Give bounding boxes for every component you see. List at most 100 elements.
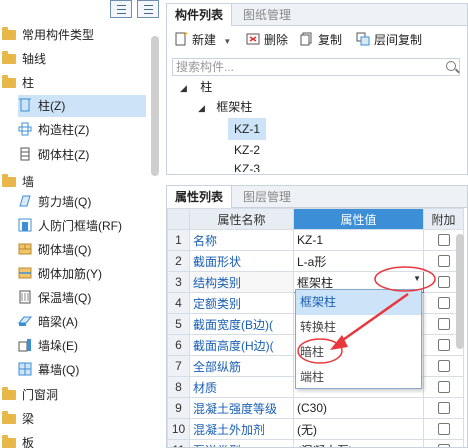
expand-arrow-icon: ◢	[180, 83, 187, 93]
extra-checkbox[interactable]	[437, 276, 450, 288]
extra-cell	[423, 439, 464, 447]
civil-defense-door-wall-icon	[18, 218, 32, 232]
component-tree-root[interactable]: ◢ 柱	[180, 76, 212, 98]
new-button[interactable]: 新建 ▼	[174, 30, 231, 50]
extra-checkbox[interactable]	[437, 381, 450, 393]
property-row[interactable]: 10 混凝土外加剂 (无)	[167, 418, 464, 440]
component-tree-group[interactable]: ◢ 框架柱	[198, 96, 252, 118]
tree-item-2[interactable]: 柱	[2, 72, 34, 94]
tab-drawing-management[interactable]: 图纸管理	[235, 4, 299, 26]
search-input[interactable]: 搜索构件...	[172, 58, 460, 76]
right-scrollbar[interactable]	[456, 234, 464, 349]
tree-item-label: 幕墙(Q)	[38, 363, 80, 377]
extra-checkbox[interactable]	[437, 297, 450, 309]
dropdown-arrow-icon[interactable]: ▼	[413, 274, 421, 283]
row-number: 3	[167, 271, 190, 293]
property-value[interactable]: L-a形	[293, 250, 424, 272]
extra-checkbox[interactable]	[437, 339, 450, 351]
tab-property-list[interactable]: 属性列表	[167, 186, 233, 208]
tree-item-3[interactable]: 柱(Z)	[18, 95, 146, 117]
property-row[interactable]: 9 混凝土强度等级 (C30)	[167, 397, 464, 419]
property-row[interactable]: 11泵送类型(混凝土泵)	[167, 439, 464, 447]
tree-item-7[interactable]: 剪力墙(Q)	[18, 191, 91, 213]
tree-item-label: 墙垛(E)	[38, 339, 78, 353]
extra-checkbox[interactable]	[437, 234, 450, 246]
tree-item-label: 墙	[22, 175, 35, 189]
row-number: 9	[167, 397, 190, 419]
folder-icon	[2, 75, 16, 88]
extra-cell	[423, 376, 464, 398]
tree-item-14[interactable]: 幕墙(Q)	[18, 359, 79, 381]
folder-icon	[2, 435, 16, 448]
tree-item-label: 砌体加筋(Y)	[38, 267, 102, 281]
tree-item-label: 暗梁(A)	[38, 315, 78, 329]
tree-item-label: 板	[22, 436, 35, 448]
dropdown-option-transfer-column[interactable]: 转换柱	[296, 315, 421, 340]
tree-item-8[interactable]: 人防门框墙(RF)	[18, 215, 122, 237]
component-item-kz1[interactable]: KZ-1	[228, 118, 267, 140]
tree-item-9[interactable]: 砌体墙(Q)	[18, 239, 91, 261]
tree-item-15[interactable]: 门窗洞	[2, 384, 58, 406]
hidden-beam-icon	[18, 316, 32, 326]
extra-checkbox[interactable]	[437, 444, 450, 447]
tree-item-label: 剪力墙(Q)	[38, 195, 92, 209]
tree-item-label: 砌体柱(Z)	[38, 148, 90, 162]
floor-copy-button[interactable]: 层间复制	[356, 30, 422, 50]
tree-item-6[interactable]: 墙	[2, 171, 34, 193]
tree-item-4[interactable]: 构造柱(Z)	[18, 119, 89, 141]
curtain-wall-icon	[18, 362, 32, 376]
component-item-kz2[interactable]: KZ-2	[234, 139, 260, 161]
folder-icon	[2, 27, 16, 40]
tree-item-5[interactable]: 砌体柱(Z)	[18, 144, 89, 166]
extra-checkbox[interactable]	[437, 255, 450, 267]
extra-checkbox[interactable]	[437, 402, 450, 414]
component-item-kz3[interactable]: KZ-3	[234, 162, 260, 172]
left-scrollbar[interactable]	[151, 36, 159, 176]
property-row[interactable]: 1 名称 KZ-1	[167, 229, 464, 251]
extra-checkbox[interactable]	[437, 360, 450, 372]
property-value[interactable]: KZ-1	[293, 229, 424, 251]
list-view-button[interactable]	[137, 0, 159, 18]
tree-item-11[interactable]: 保温墙(Q)	[18, 287, 91, 309]
tree-item-label: 人防门框墙(RF)	[38, 219, 122, 233]
tree-item-label: 门窗洞	[22, 388, 59, 402]
row-number: 6	[167, 334, 190, 356]
tree-item-0[interactable]: 常用构件类型	[2, 24, 94, 46]
property-name: 混凝土强度等级	[189, 397, 294, 419]
property-value[interactable]: (混凝土泵)	[293, 439, 424, 447]
dropdown-option-frame-column[interactable]: 框架柱	[296, 290, 421, 315]
folder-icon	[2, 411, 16, 424]
property-value[interactable]: (无)	[293, 418, 424, 440]
header-index	[167, 208, 190, 230]
dropdown-option-hidden-column[interactable]: 暗柱	[296, 340, 421, 365]
tree-item-1[interactable]: 轴线	[2, 48, 46, 70]
delete-button[interactable]: 删除	[246, 30, 288, 50]
tree-item-12[interactable]: 暗梁(A)	[18, 311, 78, 333]
extra-cell	[423, 355, 464, 377]
masonry-rebar-icon	[18, 267, 32, 279]
property-name: 泵送类型	[189, 439, 294, 447]
tree-item-16[interactable]: 梁	[2, 408, 34, 430]
property-row[interactable]: 2 截面形状 L-a形	[167, 250, 464, 272]
tree-item-13[interactable]: 墙垛(E)	[18, 335, 78, 357]
tab-component-list[interactable]: 构件列表	[167, 4, 233, 26]
extra-checkbox[interactable]	[437, 318, 450, 330]
extra-checkbox[interactable]	[437, 423, 450, 435]
shear-wall-icon	[19, 195, 31, 207]
property-name: 结构类别	[189, 271, 294, 293]
property-value[interactable]: (C30)	[293, 397, 424, 419]
tree-item-10[interactable]: 砌体加筋(Y)	[18, 263, 102, 285]
floor-copy-icon	[356, 32, 370, 46]
property-name: 定额类别	[189, 292, 294, 314]
tab-layer-management[interactable]: 图层管理	[235, 186, 299, 208]
dropdown-option-end-column[interactable]: 端柱	[296, 365, 421, 390]
tree-view-button[interactable]	[110, 0, 132, 18]
tree-item-17[interactable]: 板	[2, 432, 34, 448]
masonry-column-icon	[20, 147, 30, 161]
header-extra: 附加	[423, 208, 464, 230]
structure-category-dropdown: 框架柱 转换柱 暗柱 端柱	[295, 289, 422, 389]
folder-icon	[2, 51, 16, 64]
row-number: 8	[167, 376, 190, 398]
extra-cell	[423, 397, 464, 419]
copy-button[interactable]: 复制	[300, 30, 342, 50]
